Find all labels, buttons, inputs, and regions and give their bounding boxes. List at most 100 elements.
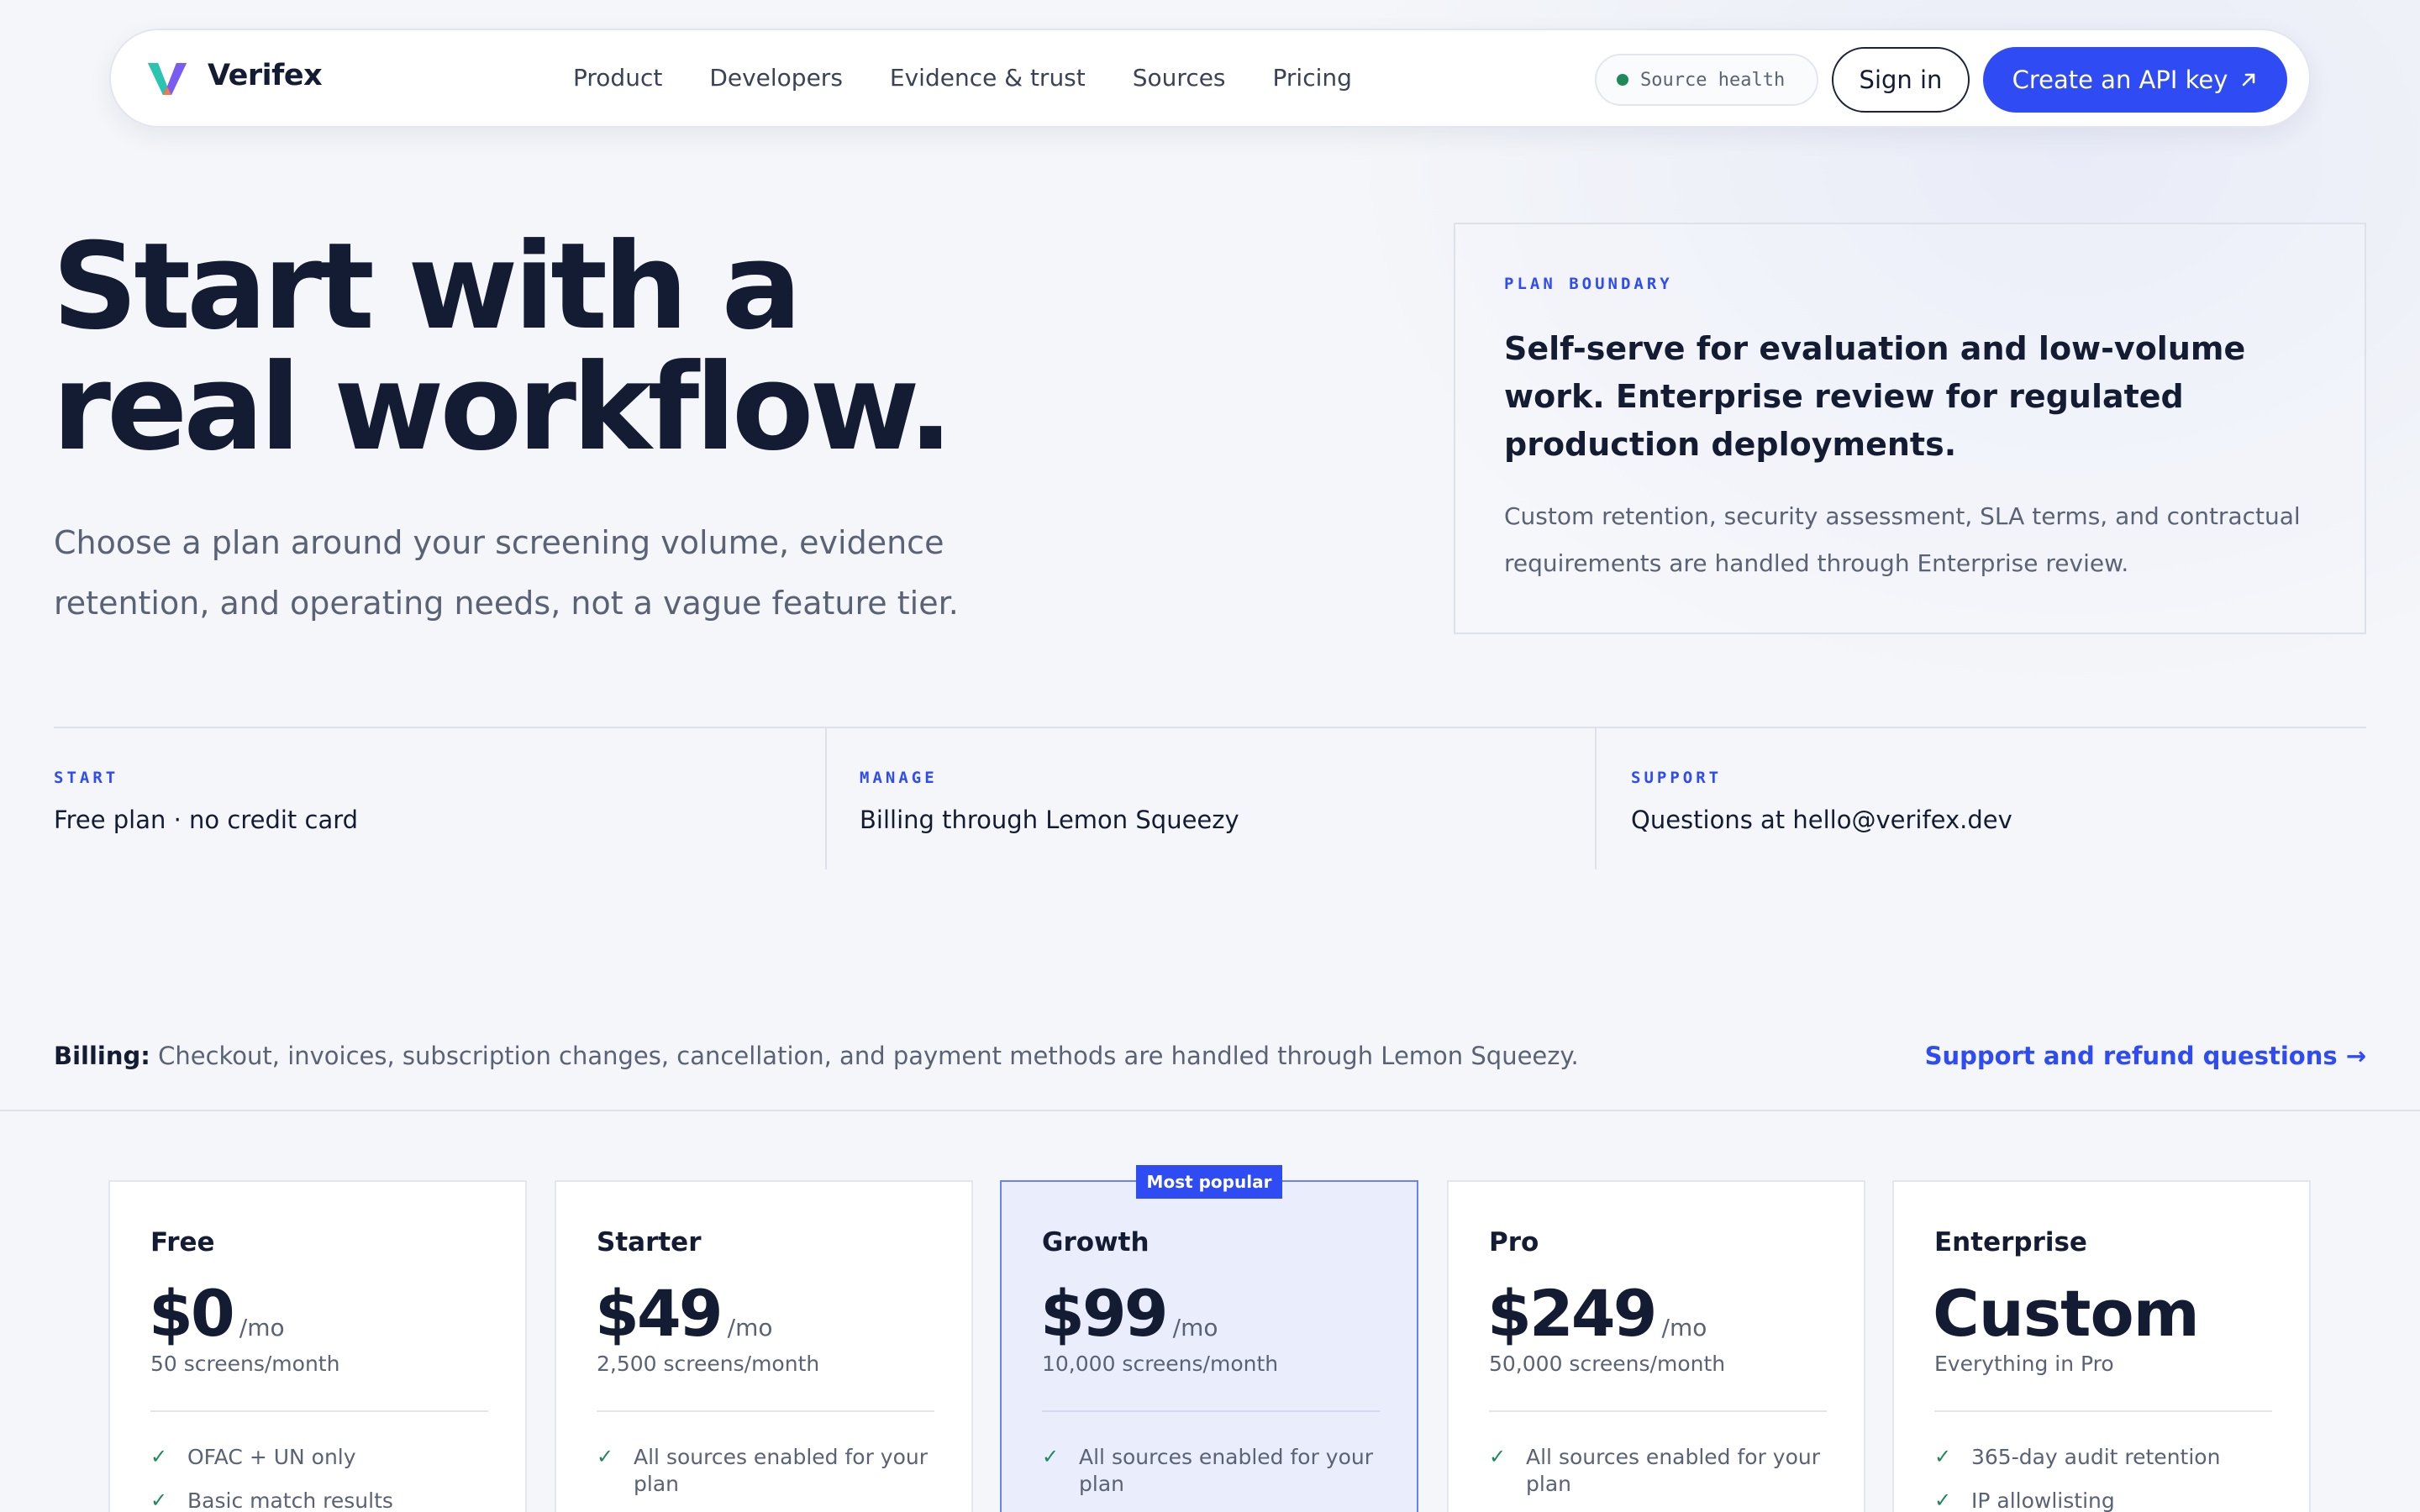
info-start-value: Free plan · no credit card (54, 806, 359, 834)
hero-subtitle: Choose a plan around your screening volu… (54, 524, 959, 622)
plan-price: $0 /mo (149, 1276, 285, 1351)
info-start: START Free plan · no credit card (54, 728, 827, 869)
create-api-key-button[interactable]: Create an API key (1983, 47, 2287, 113)
plan-boundary-panel: PLAN BOUNDARY Self-serve for evaluation … (1454, 223, 2366, 634)
feature-text: IP allowlisting (1971, 1488, 2115, 1512)
top-navigation: Verifex Product Developers Evidence & tr… (109, 29, 2311, 128)
plan-name: Free (150, 1227, 215, 1257)
hero-title-line-1: Start with a (52, 218, 802, 356)
feature-text: All sources enabled for your plan (1526, 1445, 1821, 1496)
arrow-up-right-icon (2243, 73, 2255, 87)
plan-name: Enterprise (1934, 1227, 2087, 1257)
hero-title: Start with a real workflow. (52, 227, 1228, 469)
billing-note: Billing: Checkout, invoices, subscriptio… (54, 1042, 1579, 1070)
plan-card-growth: Most popular Growth $99 /mo 10,000 scree… (1000, 1165, 1418, 1512)
price-unit: /mo (1172, 1314, 1218, 1341)
hero-title-line-2: real workflow. (52, 339, 954, 477)
feature-text: 365-day audit retention (1971, 1445, 2221, 1469)
info-manage: MANAGE Billing through Lemon Squeezy (860, 728, 1616, 869)
plan-card-enterprise: Enterprise Custom Everything in Pro ✓ 365… (1892, 1180, 2311, 1512)
strip-divider (825, 728, 827, 869)
feature-text: All sources enabled for your plan (634, 1445, 929, 1496)
check-icon: ✓ (1489, 1445, 1507, 1468)
nav-link-developers[interactable]: Developers (709, 64, 843, 92)
plan-screens: 10,000 screens/month (1042, 1352, 1279, 1376)
plan-card-starter: Starter $49 /mo 2,500 screens/month ✓ All… (555, 1180, 973, 1512)
nav-link-sources[interactable]: Sources (1133, 64, 1226, 92)
info-support-eyebrow: SUPPORT (1631, 769, 1723, 787)
create-api-key-label: Create an API key (2012, 66, 2228, 94)
billing-text: Checkout, invoices, subscription changes… (158, 1042, 1579, 1070)
billing-label: Billing: (54, 1042, 150, 1070)
plan-price: $49 /mo (595, 1276, 773, 1351)
feature-item: ✓ All sources enabled for your plan (597, 1444, 950, 1498)
price-unit: /mo (727, 1314, 773, 1341)
feature-item: ✓ IP allowlisting (1934, 1488, 2287, 1512)
info-support: SUPPORT Questions at hello@verifex.dev (1631, 728, 2362, 869)
feature-item: ✓ All sources enabled for your plan (1042, 1444, 1395, 1498)
info-support-value[interactable]: Questions at hello@verifex.dev (1631, 806, 2012, 834)
brand-name[interactable]: Verifex (208, 59, 323, 92)
feature-item: ✓ All sources enabled for your plan (1489, 1444, 1842, 1498)
price-unit: /mo (1661, 1314, 1707, 1341)
nav-links: Product Developers Evidence & trust Sour… (573, 64, 1352, 92)
source-health-pill[interactable]: Source health (1595, 54, 1818, 106)
plan-boundary-headline: Self-serve for evaluation and low-volume… (1504, 330, 2246, 463)
feature-item: ✓ OFAC + UN only (150, 1444, 503, 1471)
plan-card-pro: Pro $249 /mo 50,000 screens/month ✓ All s… (1447, 1180, 1865, 1512)
check-icon: ✓ (1042, 1445, 1060, 1468)
plan-name: Growth (1042, 1227, 1150, 1257)
price-unit: /mo (239, 1314, 285, 1341)
status-dot-icon (1617, 74, 1628, 86)
strip-divider (1595, 728, 1597, 869)
feature-text: OFAC + UN only (187, 1445, 356, 1469)
plan-name: Starter (597, 1227, 702, 1257)
card-divider (1042, 1410, 1380, 1412)
check-icon: ✓ (150, 1445, 168, 1468)
source-health-label: Source health (1640, 69, 1786, 91)
plan-price: $249 /mo (1487, 1276, 1707, 1351)
feature-list: ✓ 365-day audit retention ✓ IP allowlistin… (1934, 1444, 2287, 1512)
feature-list: ✓ All sources enabled for your plan (1042, 1444, 1395, 1512)
price-amount: $49 (595, 1276, 723, 1351)
feature-list: ✓ All sources enabled for your plan (1489, 1444, 1842, 1512)
feature-item: ✓ Basic match results (150, 1488, 503, 1512)
sign-in-button[interactable]: Sign in (1832, 47, 1970, 113)
nav-link-pricing[interactable]: Pricing (1273, 64, 1352, 92)
check-icon: ✓ (597, 1445, 614, 1468)
feature-text: All sources enabled for your plan (1079, 1445, 1374, 1496)
price-amount: $99 (1040, 1276, 1169, 1351)
plan-boundary-body: Custom retention, security assessment, S… (1504, 502, 2301, 577)
feature-list: ✓ All sources enabled for your plan (597, 1444, 950, 1512)
card-divider (597, 1410, 934, 1412)
check-icon: ✓ (1934, 1445, 1952, 1468)
section-divider (0, 1110, 2420, 1111)
plan-card-free: Free $0 /mo 50 screens/month ✓ OFAC + UN … (108, 1180, 527, 1512)
verifex-logo-icon[interactable] (148, 61, 187, 97)
plan-screens: 50,000 screens/month (1489, 1352, 1726, 1376)
card-divider (1489, 1410, 1827, 1412)
info-start-eyebrow: START (54, 769, 119, 787)
support-refund-link[interactable]: Support and refund questions → (1925, 1042, 2366, 1070)
card-divider (1934, 1410, 2272, 1412)
card-divider (150, 1410, 488, 1412)
price-amount: Custom (1933, 1276, 2200, 1351)
most-popular-badge: Most popular (1136, 1165, 1282, 1199)
feature-list: ✓ OFAC + UN only ✓ Basic match results (150, 1444, 503, 1512)
plan-screens: 50 screens/month (150, 1352, 340, 1376)
price-amount: $249 (1487, 1276, 1658, 1351)
check-icon: ✓ (150, 1488, 168, 1512)
plan-boundary-eyebrow: PLAN BOUNDARY (1504, 275, 1673, 293)
feature-text: Basic match results (187, 1488, 393, 1512)
info-manage-value: Billing through Lemon Squeezy (860, 806, 1239, 834)
plan-price: $99 /mo (1040, 1276, 1218, 1351)
plan-price: Custom (1933, 1276, 2200, 1351)
plan-screens: Everything in Pro (1934, 1352, 2114, 1376)
info-strip: START Free plan · no credit card MANAGE … (54, 727, 2366, 869)
plan-screens: 2,500 screens/month (597, 1352, 820, 1376)
nav-link-product[interactable]: Product (573, 64, 662, 92)
price-amount: $0 (149, 1276, 235, 1351)
nav-link-evidence-trust[interactable]: Evidence & trust (890, 64, 1086, 92)
plan-name: Pro (1489, 1227, 1539, 1257)
check-icon: ✓ (1934, 1488, 1952, 1512)
